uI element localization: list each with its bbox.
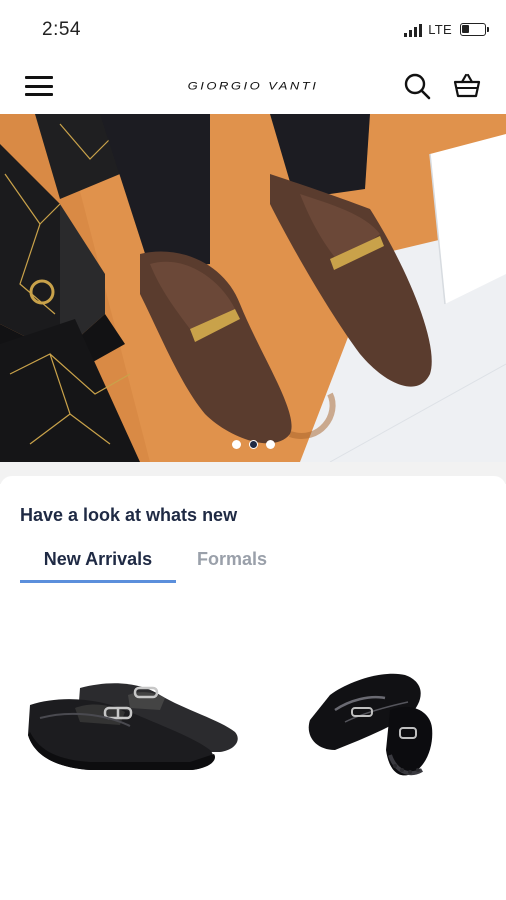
tab-formals[interactable]: Formals: [176, 545, 288, 583]
carousel-dot-active[interactable]: [248, 440, 258, 449]
battery-level: [462, 25, 469, 33]
tab-new-arrivals[interactable]: New Arrivals: [20, 545, 176, 583]
section-title: Have a look at whats new: [20, 505, 238, 525]
shopping-basket-icon[interactable]: [452, 71, 482, 101]
status-time: 2:54: [42, 19, 81, 40]
search-icon[interactable]: [402, 71, 432, 101]
network-type: LTE: [428, 22, 452, 37]
product-card[interactable]: [20, 640, 250, 800]
hero-image: [0, 114, 506, 462]
status-indicators: LTE: [404, 22, 489, 37]
app-header: GIORGIO VANTI: [0, 60, 506, 114]
signal-icon: [404, 23, 423, 37]
category-tabs: New Arrivals Formals: [20, 545, 288, 585]
product-image-patent-loafer: [308, 673, 433, 776]
carousel-indicator: [0, 440, 506, 449]
product-image-loafer-buckle: [28, 683, 238, 770]
product-card[interactable]: [290, 640, 440, 800]
hero-banner[interactable]: [0, 114, 506, 462]
status-bar: 2:54 LTE: [0, 0, 506, 60]
carousel-dot[interactable]: [265, 440, 275, 449]
carousel-dot[interactable]: [231, 440, 241, 449]
battery-icon: [460, 23, 489, 36]
